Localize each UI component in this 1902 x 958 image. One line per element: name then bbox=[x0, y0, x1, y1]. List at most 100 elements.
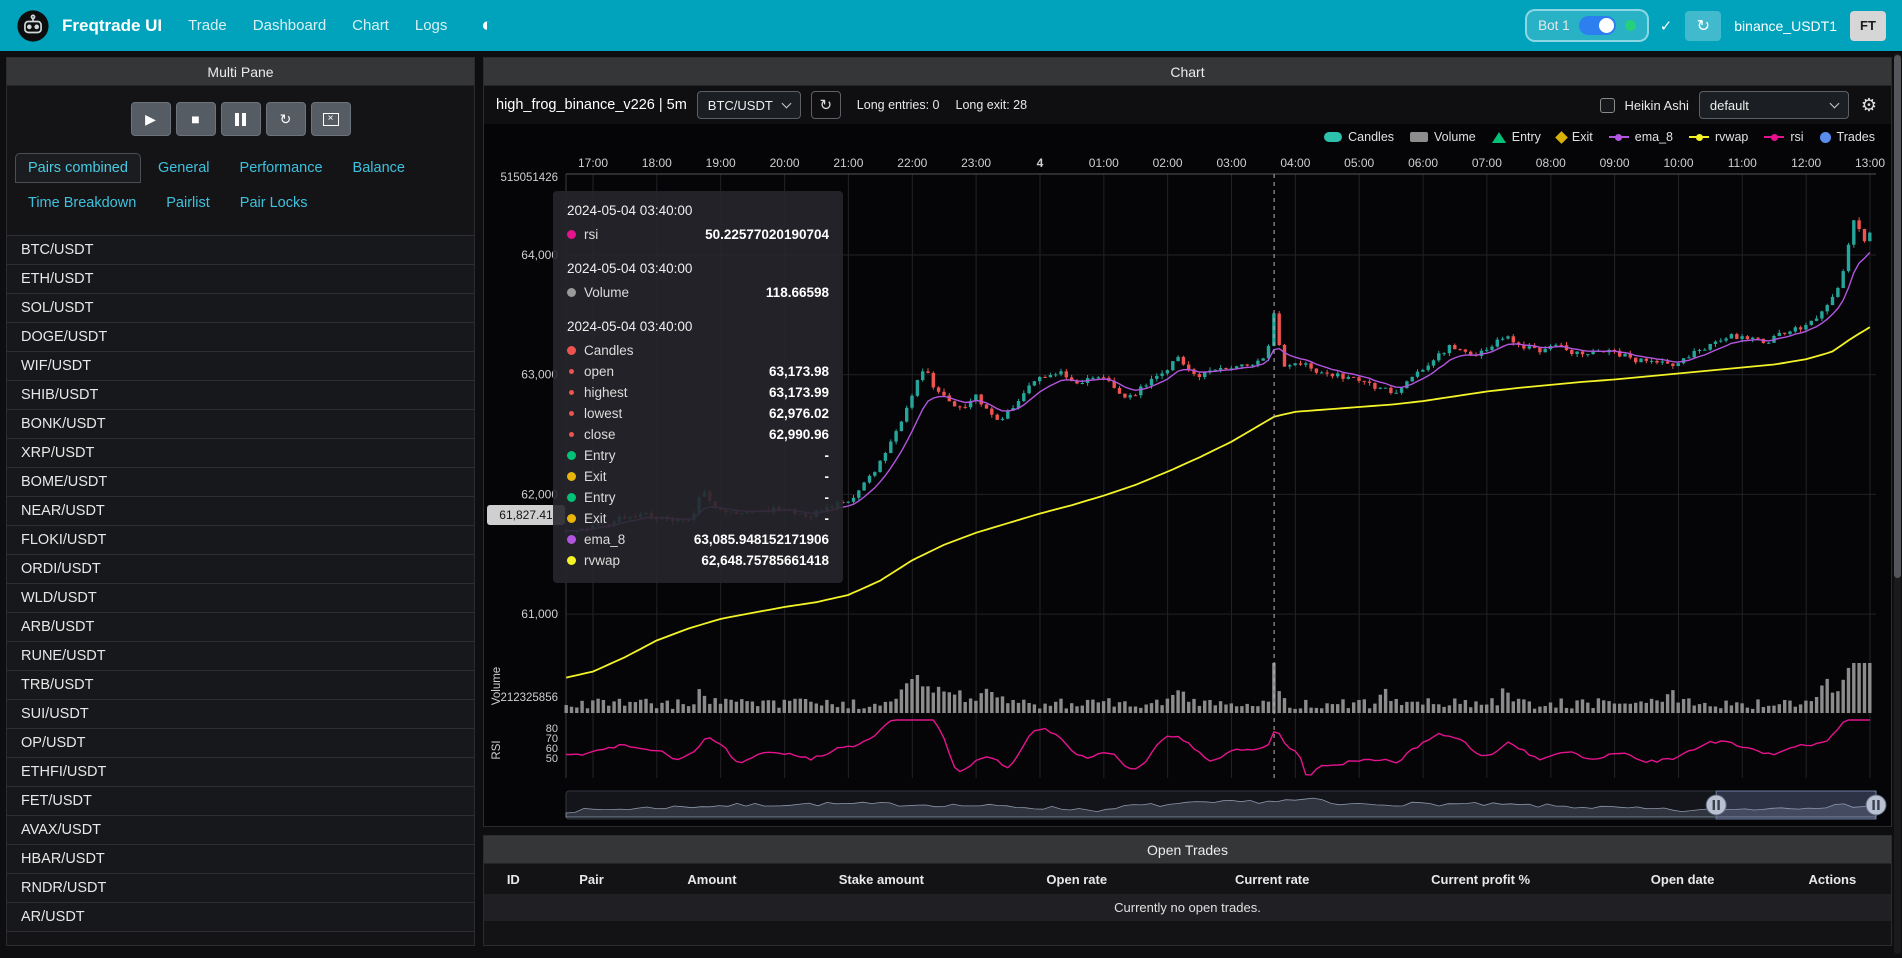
pair-list-item[interactable]: RUNE/USDT bbox=[7, 642, 474, 671]
open-trades-empty-row: Currently no open trades. bbox=[484, 894, 1891, 921]
tab-performance[interactable]: Performance bbox=[227, 153, 336, 183]
svg-text:12:00: 12:00 bbox=[1791, 156, 1821, 170]
legend-item-volume[interactable]: Volume bbox=[1410, 130, 1476, 144]
scrollbar-thumb[interactable] bbox=[1894, 55, 1901, 578]
datazoom-window[interactable] bbox=[1716, 791, 1876, 819]
reload-bot-button[interactable]: ↻ bbox=[1685, 11, 1721, 41]
svg-text:63,000: 63,000 bbox=[521, 368, 558, 382]
svg-text:22:00: 22:00 bbox=[897, 156, 927, 170]
pair-list-item[interactable]: BONK/USDT bbox=[7, 410, 474, 439]
svg-text:05:00: 05:00 bbox=[1344, 156, 1374, 170]
nav-link-dashboard[interactable]: Dashboard bbox=[253, 17, 326, 34]
svg-text:19:00: 19:00 bbox=[706, 156, 736, 170]
svg-text:18:00: 18:00 bbox=[642, 156, 672, 170]
tab-balance[interactable]: Balance bbox=[340, 153, 418, 183]
pair-list-item[interactable]: NEAR/USDT bbox=[7, 497, 474, 526]
legend-item-trades[interactable]: Trades bbox=[1820, 130, 1875, 144]
svg-text:04:00: 04:00 bbox=[1280, 156, 1310, 170]
stop-bot-button[interactable]: ■ bbox=[176, 102, 216, 136]
pair-list-item[interactable]: SHIB/USDT bbox=[7, 381, 474, 410]
pair-list-item[interactable]: XRP/USDT bbox=[7, 439, 474, 468]
pair-list-item[interactable]: BOME/USDT bbox=[7, 468, 474, 497]
pair-list-item[interactable]: WLD/USDT bbox=[7, 584, 474, 613]
refresh-chart-button[interactable]: ↻ bbox=[811, 91, 841, 119]
bot-name-label: Bot 1 bbox=[1538, 18, 1570, 33]
chart-panel-header: Chart bbox=[484, 58, 1891, 86]
svg-text:10:00: 10:00 bbox=[1663, 156, 1693, 170]
plot-config-gear-button[interactable]: ⚙ bbox=[1859, 95, 1879, 116]
pair-list: BTC/USDTETH/USDTSOL/USDTDOGE/USDTWIF/USD… bbox=[7, 235, 474, 932]
pair-list-item[interactable]: WIF/USDT bbox=[7, 352, 474, 381]
navbar-right: Bot 1 ✓ ↻ binance_USDT1 FT bbox=[1527, 11, 1886, 41]
trades-legend-marker bbox=[1820, 132, 1831, 143]
pair-list-item[interactable]: TRB/USDT bbox=[7, 671, 474, 700]
pair-list-item[interactable]: BTC/USDT bbox=[7, 236, 474, 265]
tab-time-breakdown[interactable]: Time Breakdown bbox=[15, 188, 149, 218]
legend-label: Volume bbox=[1434, 130, 1476, 144]
svg-text:64,000: 64,000 bbox=[521, 248, 558, 262]
pair-select[interactable]: BTC/USDT bbox=[697, 91, 801, 119]
tab-pairlist[interactable]: Pairlist bbox=[153, 188, 223, 218]
pair-list-item[interactable]: ORDI/USDT bbox=[7, 555, 474, 584]
reload-config-button[interactable]: ↻ bbox=[266, 102, 306, 136]
legend-item-rvwap[interactable]: rvwap bbox=[1689, 130, 1748, 144]
pair-list-item[interactable]: FET/USDT bbox=[7, 787, 474, 816]
pause-bot-button[interactable] bbox=[221, 102, 261, 136]
pair-list-item[interactable]: AVAX/USDT bbox=[7, 816, 474, 845]
pair-list-item[interactable]: RNDR/USDT bbox=[7, 874, 474, 903]
pair-list-item[interactable]: ARB/USDT bbox=[7, 613, 474, 642]
svg-text:03:00: 03:00 bbox=[1216, 156, 1246, 170]
svg-text:62,000: 62,000 bbox=[521, 487, 558, 501]
nav-link-trade[interactable]: Trade bbox=[188, 17, 227, 34]
svg-text:21:00: 21:00 bbox=[833, 156, 863, 170]
column-header-stake-amount: Stake amount bbox=[784, 872, 979, 887]
legend-item-ema-8[interactable]: ema_8 bbox=[1609, 130, 1673, 144]
pair-list-item[interactable]: DOGE/USDT bbox=[7, 323, 474, 352]
heikin-ashi-checkbox[interactable] bbox=[1600, 98, 1615, 113]
nav-link-chart[interactable]: Chart bbox=[352, 17, 389, 34]
plot-config-select[interactable]: default bbox=[1699, 91, 1849, 119]
svg-text:61,827.41: 61,827.41 bbox=[499, 508, 553, 522]
pair-list-item[interactable]: ETH/USDT bbox=[7, 265, 474, 294]
sidebar-tabs-row-1: Pairs combinedGeneralPerformanceBalance bbox=[7, 148, 474, 183]
main-layout: Multi Pane ▶ ■ ↻ × Pairs combinedGeneral… bbox=[0, 51, 1902, 952]
pair-list-item[interactable]: AR/USDT bbox=[7, 903, 474, 932]
chart-plot[interactable]: 17:0018:0019:0020:0021:0022:0023:00401:0… bbox=[484, 150, 1891, 826]
pair-list-item[interactable]: FLOKI/USDT bbox=[7, 526, 474, 555]
nav-link-logs[interactable]: Logs bbox=[415, 17, 448, 34]
theme-toggle-icon[interactable]: ◐ bbox=[481, 15, 492, 37]
force-exit-button[interactable]: × bbox=[311, 102, 351, 136]
datazoom-handle-right[interactable] bbox=[1866, 795, 1886, 815]
sidebar-tabs-row-2: Time BreakdownPairlistPair Locks bbox=[7, 183, 474, 218]
pair-list-item[interactable]: OP/USDT bbox=[7, 729, 474, 758]
tab-pairs-combined[interactable]: Pairs combined bbox=[15, 153, 141, 183]
svg-text:01:00: 01:00 bbox=[1089, 156, 1119, 170]
user-avatar[interactable]: FT bbox=[1850, 11, 1886, 41]
svg-text:212325856: 212325856 bbox=[500, 692, 558, 704]
bot-online-toggle[interactable] bbox=[1579, 16, 1616, 35]
freqtrade-logo-icon bbox=[16, 9, 50, 43]
svg-text:23:00: 23:00 bbox=[961, 156, 991, 170]
datazoom-handle-left[interactable] bbox=[1706, 795, 1726, 815]
tab-general[interactable]: General bbox=[145, 153, 223, 183]
candlestick-chart[interactable]: 17:0018:0019:0020:0021:0022:0023:00401:0… bbox=[484, 150, 1891, 826]
signal-counts: Long entries: 0 Long exit: 28 bbox=[857, 98, 1027, 112]
legend-item-rsi[interactable]: rsi bbox=[1764, 130, 1803, 144]
legend-item-candles[interactable]: Candles bbox=[1324, 130, 1394, 144]
tab-pair-locks[interactable]: Pair Locks bbox=[227, 188, 321, 218]
bot-selector[interactable]: Bot 1 bbox=[1527, 11, 1647, 40]
legend-label: rsi bbox=[1790, 130, 1803, 144]
open-trades-panel: Open Trades IDPairAmountStake amountOpen… bbox=[483, 835, 1892, 946]
pair-list-item[interactable]: SUI/USDT bbox=[7, 700, 474, 729]
pair-list-item[interactable]: HBAR/USDT bbox=[7, 845, 474, 874]
start-bot-button[interactable]: ▶ bbox=[131, 102, 171, 136]
legend-item-entry[interactable]: Entry bbox=[1492, 130, 1541, 144]
pair-list-item[interactable]: ETHFI/USDT bbox=[7, 758, 474, 787]
rvwap-legend-marker bbox=[1689, 132, 1709, 142]
page-scrollbar[interactable] bbox=[1894, 53, 1901, 954]
pair-list-item[interactable]: SOL/USDT bbox=[7, 294, 474, 323]
long-entries-count: Long entries: 0 bbox=[857, 98, 940, 112]
legend-item-exit[interactable]: Exit bbox=[1557, 130, 1593, 144]
column-header-amount: Amount bbox=[640, 872, 783, 887]
pause-icon bbox=[235, 113, 246, 126]
